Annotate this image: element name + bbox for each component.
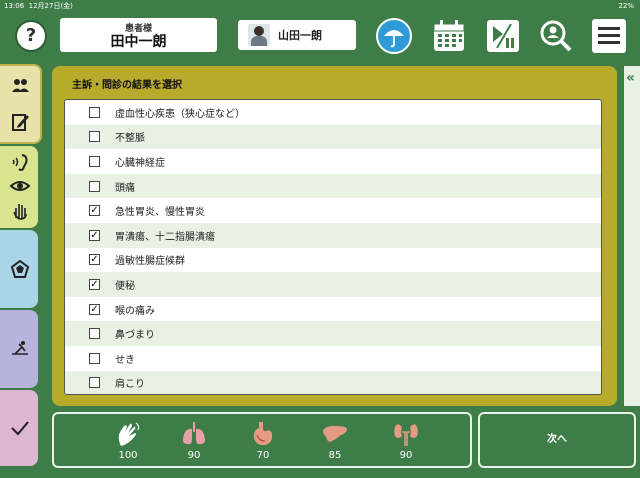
list-item[interactable]: 肩こり [65, 370, 601, 394]
ear-icon [12, 154, 28, 171]
symptom-label: 心臓神経症 [115, 157, 165, 169]
calendar-icon[interactable] [431, 18, 467, 54]
organ-score-kidney[interactable]: 90 [386, 420, 426, 461]
organ-score-hand[interactable]: 100 [108, 420, 148, 461]
symptom-label: 肩こり [115, 379, 145, 391]
symptom-checkbox[interactable]: ✓ [89, 254, 100, 266]
list-item[interactable]: せき [65, 346, 601, 371]
patient-name: 田中一朗 [110, 34, 167, 50]
list-item[interactable]: ✓ 便秘 [65, 272, 601, 297]
symptom-label: 過敏性腸症候群 [115, 256, 185, 268]
tab-senses[interactable] [0, 146, 38, 228]
doctor-name: 山田一朗 [278, 29, 322, 42]
hand-icon [118, 422, 140, 446]
checkmark-icon [11, 421, 29, 436]
symptom-checkbox[interactable] [89, 131, 100, 143]
pentagon-icon [10, 259, 30, 278]
symptom-checkbox[interactable]: ✓ [89, 303, 100, 315]
organ-value: 70 [256, 450, 270, 461]
doctor-card[interactable]: 山田一朗 [238, 20, 356, 50]
list-item[interactable]: ✓ 胃潰瘍、十二指腸潰瘍 [65, 222, 601, 248]
organ-value: 90 [399, 450, 413, 461]
kidney-icon [394, 424, 418, 446]
symptom-label: 胃潰瘍、十二指腸潰瘍 [115, 231, 215, 243]
next-button[interactable]: 次へ [478, 412, 636, 468]
tab-treatment[interactable] [0, 310, 38, 388]
doctor-avatar [248, 24, 270, 46]
battery-level: 22% [618, 2, 634, 10]
search-icon[interactable] [538, 18, 574, 54]
selection-panel: 主訴・問診の結果を選択 虚血性心疾患（狭心症など） 不整脈心臓神経症頭痛 ✓ 急性胃炎… [52, 66, 617, 406]
play-pause-icon[interactable] [485, 18, 521, 54]
symptom-checkbox[interactable] [89, 352, 100, 364]
symptom-label: 頭痛 [115, 182, 135, 194]
list-item[interactable]: 頭痛 [65, 173, 601, 199]
clipboard-icon [12, 114, 29, 131]
symptom-checkbox[interactable] [89, 328, 100, 340]
symptom-checkbox[interactable]: ✓ [89, 229, 100, 241]
hand-touch-icon [13, 204, 27, 220]
symptom-label: 虚血性心疾患（狭心症など） [115, 108, 245, 120]
patient-label: 患者様 [124, 24, 152, 34]
help-button[interactable]: ? [15, 20, 47, 52]
lungs-icon [183, 422, 205, 445]
status-date: 12月27日(金) [28, 2, 73, 10]
list-item[interactable]: ✓ 過敏性腸症候群 [65, 248, 601, 273]
organ-score-lungs[interactable]: 90 [174, 420, 214, 461]
list-item[interactable]: 鼻づまり [65, 321, 601, 346]
tab-consultation[interactable] [0, 64, 42, 144]
double-chevron-left-icon: « [626, 70, 636, 86]
list-item[interactable]: ✓ 急性胃炎、慢性胃炎 [65, 198, 601, 223]
symptom-list[interactable]: 虚血性心疾患（狭心症など） 不整脈心臓神経症頭痛 ✓ 急性胃炎、慢性胃炎 ✓ 胃潰瘍、十二… [64, 99, 602, 395]
symptom-checkbox[interactable]: ✓ [89, 278, 100, 290]
symptom-checkbox[interactable]: ✓ [89, 205, 100, 217]
organ-value: 100 [118, 450, 138, 461]
organ-value: 90 [187, 450, 201, 461]
tab-pentagon[interactable] [0, 230, 38, 308]
menu-icon[interactable] [592, 19, 626, 53]
list-item[interactable]: 虚血性心疾患（狭心症など） [65, 100, 601, 125]
symptom-checkbox[interactable] [89, 155, 100, 167]
status-bar: 13:06 12月27日(金) 22% [0, 0, 640, 12]
liver-icon [323, 425, 347, 442]
list-item[interactable]: ✓ 喉の痛み [65, 297, 601, 322]
organ-score-liver[interactable]: 85 [315, 420, 355, 461]
organ-value: 85 [328, 450, 342, 461]
symptom-label: 急性胃炎、慢性胃炎 [115, 207, 205, 219]
symptom-label: 便秘 [115, 280, 135, 292]
eye-icon [10, 181, 30, 191]
collapse-panel-button[interactable]: « [622, 66, 640, 406]
organ-score-stomach[interactable]: 70 [243, 420, 283, 461]
list-item[interactable]: 不整脈 [65, 124, 601, 150]
patient-card[interactable]: 患者様 田中一朗 [60, 18, 217, 52]
symptom-label: 不整脈 [115, 133, 145, 145]
symptom-checkbox[interactable] [89, 377, 100, 389]
top-bar: ? 患者様 田中一朗 山田一朗 [0, 12, 640, 62]
organ-score-bar: 100 90 70 85 90 [52, 412, 472, 468]
symptom-checkbox[interactable] [89, 180, 100, 192]
tab-confirm[interactable] [0, 390, 38, 466]
symptom-checkbox[interactable] [89, 106, 100, 118]
symptom-label: 喉の痛み [115, 305, 155, 317]
symptom-label: 鼻づまり [115, 330, 155, 342]
stomach-icon [253, 422, 273, 446]
umbrella-icon[interactable] [376, 18, 412, 54]
symptom-label: せき [115, 354, 135, 366]
status-time: 13:06 [4, 2, 25, 10]
people-icon [12, 79, 29, 92]
panel-title: 主訴・問診の結果を選択 [72, 80, 182, 91]
side-tabs [0, 64, 42, 476]
list-item[interactable]: 心臓神経症 [65, 149, 601, 174]
massage-icon [12, 341, 28, 355]
